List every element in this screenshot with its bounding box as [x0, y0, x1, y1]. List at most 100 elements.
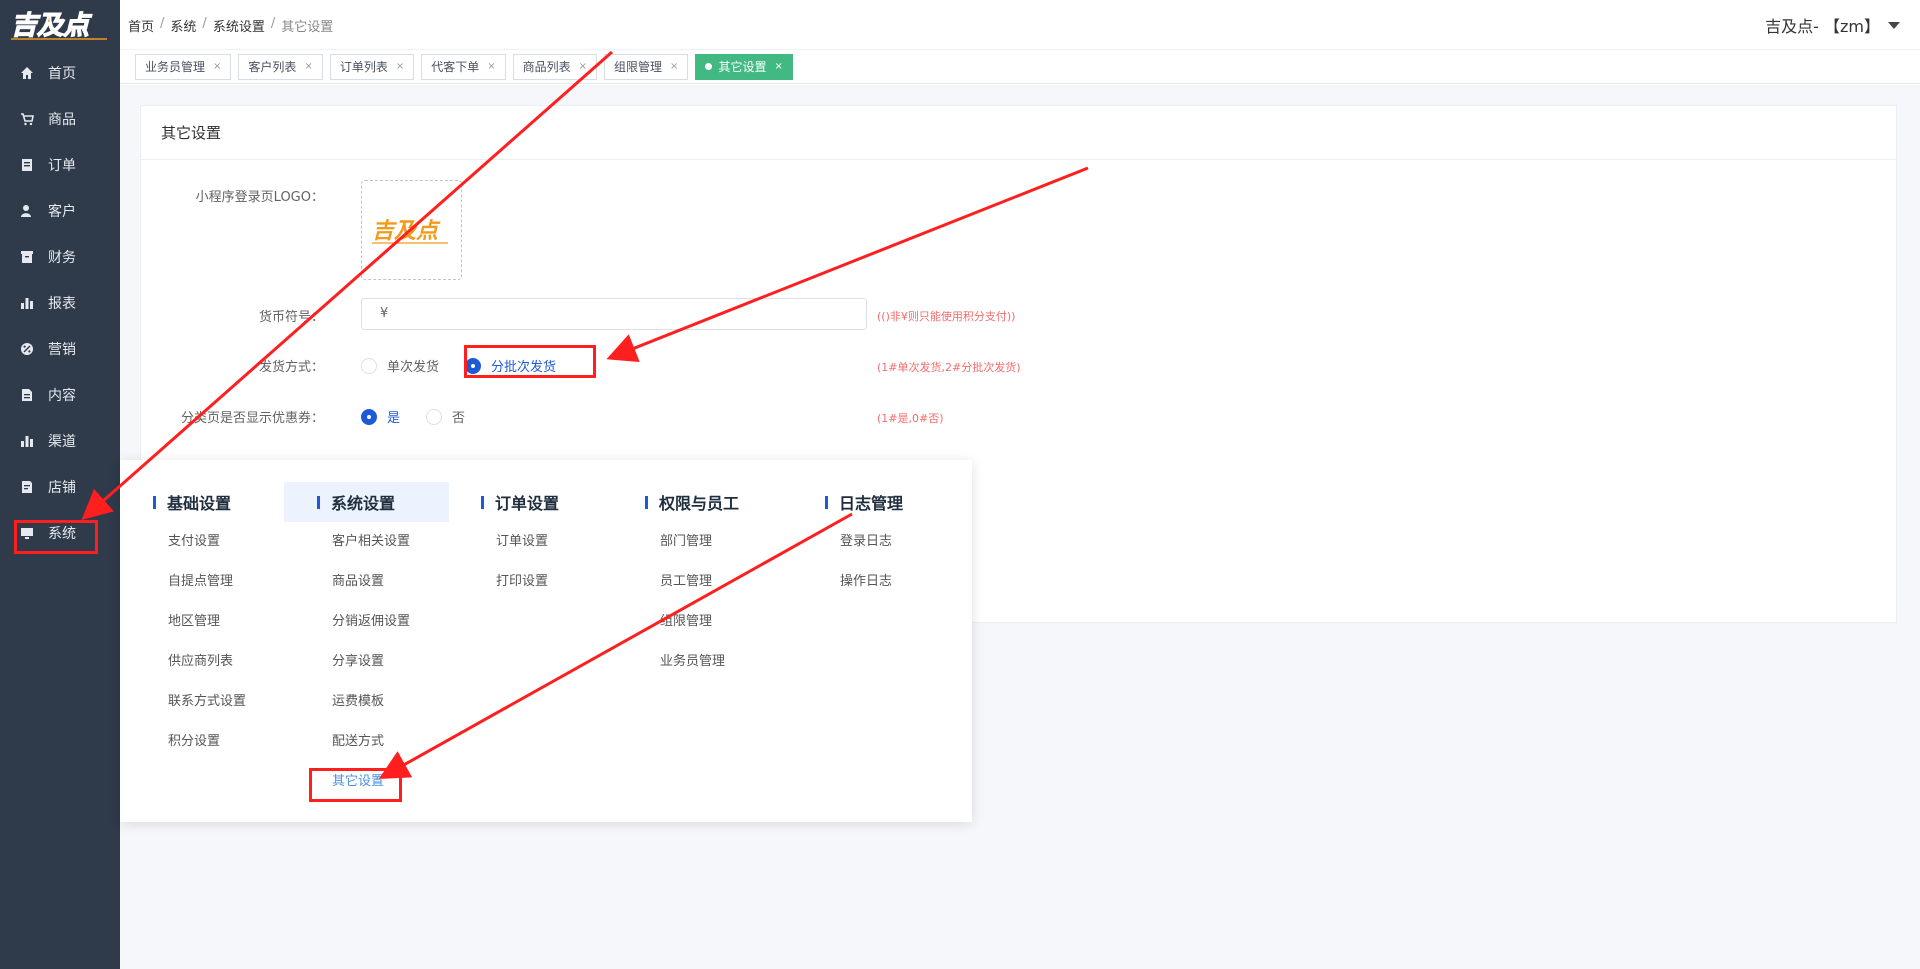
menu-column-title-text: 权限与员工 [659, 494, 740, 513]
user-label: 吉及点- 【zm】 [1765, 17, 1880, 36]
sidebar-item-system[interactable]: 系统 [0, 510, 120, 556]
menu-column-title: 系统设置 [284, 482, 449, 522]
coupon-option-no[interactable]: 否 [426, 407, 465, 426]
sidebar-item-label: 财务 [48, 250, 76, 266]
breadcrumb-item[interactable]: 系统 [170, 16, 196, 35]
breadcrumb-current: 其它设置 [281, 20, 334, 35]
menu-column-title: 订单设置 [448, 482, 613, 522]
logo-upload[interactable]: 吉及点 [361, 180, 462, 280]
breadcrumb-item[interactable]: 系统设置 [213, 16, 265, 35]
brand-logo[interactable]: 吉及点 [0, 0, 120, 50]
sidebar-item-store[interactable]: 店铺 [0, 464, 120, 510]
menu-column-title-text: 日志管理 [839, 494, 904, 513]
close-icon[interactable]: × [670, 61, 678, 72]
monitor-icon [21, 528, 33, 539]
coupon-row: 分类页是否显示优惠券： 是 否 [0, 407, 491, 426]
tab-permission[interactable]: 组限管理 × [604, 53, 689, 80]
finance-icon [21, 251, 33, 263]
close-icon[interactable]: × [487, 61, 495, 72]
brand-logo-image: 吉及点 [10, 10, 107, 42]
menu-item[interactable]: 运费模板 [284, 682, 449, 722]
menu-column-title-text: 基础设置 [167, 494, 232, 513]
menu-column-title: 日志管理 [792, 482, 957, 522]
tab-salesman[interactable]: 业务员管理 × [135, 53, 232, 80]
menu-item[interactable]: 供应商列表 [120, 642, 285, 682]
menu-column-logs: 日志管理 登录日志 操作日志 [792, 482, 957, 602]
menu-item[interactable]: 地区管理 [120, 602, 285, 642]
currency-row: 货币符号： [0, 306, 342, 325]
radio-label: 否 [452, 411, 466, 426]
tab-label: 其它设置 [718, 60, 767, 74]
sidebar-item-label: 渠道 [48, 434, 76, 450]
logo-preview-image: 吉及点 [371, 219, 448, 244]
chart-icon [21, 436, 33, 447]
ship-option-single[interactable]: 单次发货 [361, 356, 439, 375]
close-icon[interactable]: × [304, 61, 312, 72]
radio-icon [426, 408, 443, 425]
menu-item[interactable]: 配送方式 [284, 722, 449, 762]
tab-orders[interactable]: 订单列表 × [329, 53, 415, 80]
sidebar-item-orders[interactable]: 订单 [0, 142, 120, 188]
top-header: 首页 / 系统 / 系统设置 / 其它设置 吉及点- 【zm】 [120, 0, 1920, 50]
menu-item[interactable]: 积分设置 [120, 722, 285, 762]
menu-column-title: 基础设置 [120, 482, 285, 522]
menu-item[interactable]: 登录日志 [792, 522, 957, 562]
menu-item[interactable]: 客户相关设置 [284, 522, 449, 562]
close-icon[interactable]: × [396, 61, 404, 72]
sidebar: 吉及点 首页 商品 订单 客户 财务 报表 营销 内容 渠道 店铺 系统 [0, 0, 120, 969]
sidebar-item-home[interactable]: 首页 [0, 50, 120, 96]
tab-proxy-order[interactable]: 代客下单 × [421, 53, 506, 80]
system-mega-menu: 基础设置 支付设置 自提点管理 地区管理 供应商列表 联系方式设置 积分设置 系… [120, 460, 972, 822]
coupon-hint: (1#是,0#否) [877, 412, 944, 425]
percent-icon [21, 343, 33, 355]
sidebar-item-finance[interactable]: 财务 [0, 234, 120, 280]
close-icon[interactable]: × [213, 61, 221, 72]
sidebar-item-label: 订单 [48, 158, 76, 174]
sidebar-item-goods[interactable]: 商品 [0, 96, 120, 142]
menu-item[interactable]: 部门管理 [612, 522, 777, 562]
coupon-label: 分类页是否显示优惠券： [180, 411, 324, 426]
currency-hint: (()非¥则只能使用积分支付)) [877, 310, 1016, 323]
breadcrumb-separator: / [270, 16, 276, 31]
tab-label: 客户列表 [248, 60, 297, 74]
menu-item[interactable]: 自提点管理 [120, 562, 285, 602]
menu-column-system: 系统设置 客户相关设置 商品设置 分销返佣设置 分享设置 运费模板 配送方式 其… [284, 482, 449, 802]
close-icon[interactable]: × [579, 61, 587, 72]
cart-icon [21, 113, 34, 126]
tab-goods[interactable]: 商品列表 × [512, 53, 598, 80]
menu-item[interactable]: 分销返佣设置 [284, 602, 449, 642]
annotation-highlight-box [309, 768, 402, 802]
coupon-option-yes[interactable]: 是 [361, 407, 400, 426]
menu-item[interactable]: 商品设置 [284, 562, 449, 602]
menu-column-title: 权限与员工 [612, 482, 777, 522]
currency-input[interactable]: ¥ [361, 298, 867, 330]
tab-other-settings[interactable]: 其它设置 × [695, 53, 793, 80]
sidebar-item-label: 系统 [48, 526, 76, 542]
annotation-highlight-box [464, 345, 596, 378]
menu-item[interactable]: 业务员管理 [612, 642, 777, 682]
active-dot-icon [705, 63, 713, 70]
sidebar-nav: 首页 商品 订单 客户 财务 报表 营销 内容 渠道 店铺 系统 [0, 50, 120, 556]
menu-item[interactable]: 订单设置 [448, 522, 613, 562]
menu-item[interactable]: 打印设置 [448, 562, 613, 602]
ship-label: 发货方式： [258, 360, 324, 375]
menu-item[interactable]: 支付设置 [120, 522, 285, 562]
menu-item[interactable]: 联系方式设置 [120, 682, 285, 722]
chevron-down-icon [1888, 21, 1900, 29]
close-icon[interactable]: × [774, 61, 782, 72]
breadcrumb-item[interactable]: 首页 [128, 16, 154, 35]
menu-item[interactable]: 操作日志 [792, 562, 957, 602]
menu-column-order: 订单设置 订单设置 打印设置 [448, 482, 613, 602]
user-menu[interactable]: 吉及点- 【zm】 [1765, 13, 1900, 37]
sidebar-item-label: 首页 [48, 66, 76, 82]
menu-item[interactable]: 组限管理 [612, 602, 777, 642]
menu-column-basic: 基础设置 支付设置 自提点管理 地区管理 供应商列表 联系方式设置 积分设置 [120, 482, 285, 762]
sidebar-item-label: 商品 [48, 112, 76, 128]
tab-label: 商品列表 [522, 60, 571, 74]
menu-item[interactable]: 员工管理 [612, 562, 777, 602]
radio-label: 是 [387, 411, 401, 426]
tab-customers[interactable]: 客户列表 × [238, 53, 323, 80]
radio-label: 单次发货 [387, 360, 440, 375]
menu-item[interactable]: 分享设置 [284, 642, 449, 682]
svg-text:吉及点: 吉及点 [372, 219, 441, 244]
